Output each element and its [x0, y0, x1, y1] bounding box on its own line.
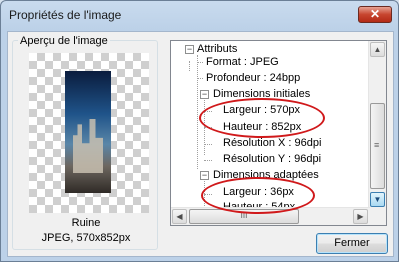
scrollbar-corner	[369, 208, 386, 225]
collapse-initial-icon[interactable]: −	[200, 90, 209, 99]
highlight-ellipse-adapted	[201, 177, 315, 214]
vertical-scroll-thumb[interactable]: ≡	[370, 103, 385, 189]
scroll-down-icon[interactable]: ▼	[370, 192, 385, 207]
tree-item-attributes[interactable]: Attributs	[197, 43, 237, 56]
close-button[interactable]: Fermer	[316, 233, 388, 254]
window-title: Propriétés de l'image	[9, 8, 122, 22]
dialog-window: Propriétés de l'image ✕ Aperçu de l'imag…	[0, 0, 399, 262]
image-info: JPEG, 570x852px	[41, 232, 131, 244]
tree-item-depth[interactable]: Profondeur : 24bpp	[206, 72, 300, 85]
window-close-button[interactable]: ✕	[358, 6, 392, 23]
image-preview	[65, 71, 111, 193]
vertical-scrollbar[interactable]: ▲ ≡ ▼	[368, 41, 386, 208]
dialog-content: Aperçu de l'image Ruine JPEG, 570x852px …	[7, 31, 394, 257]
scroll-left-icon[interactable]: ◀	[172, 209, 187, 224]
collapse-attributes-icon[interactable]: −	[185, 45, 194, 54]
close-icon: ✕	[369, 7, 381, 21]
vthumb-grip-icon: ≡	[374, 140, 380, 150]
highlight-ellipse-initial	[199, 98, 325, 138]
scroll-up-icon[interactable]: ▲	[370, 42, 385, 57]
tree-item-resolution-x[interactable]: Résolution X : 96dpi	[223, 137, 321, 150]
scroll-right-icon[interactable]: ▶	[353, 209, 368, 224]
image-name: Ruine	[71, 217, 101, 229]
preview-group-label: Aperçu de l'image	[18, 35, 110, 47]
tree-item-resolution-y[interactable]: Résolution Y : 96dpi	[223, 153, 321, 166]
tree-item-format[interactable]: Format : JPEG	[206, 56, 279, 69]
preview-group: Aperçu de l'image Ruine JPEG, 570x852px	[12, 35, 158, 250]
collapse-adapted-icon[interactable]: −	[200, 171, 209, 180]
